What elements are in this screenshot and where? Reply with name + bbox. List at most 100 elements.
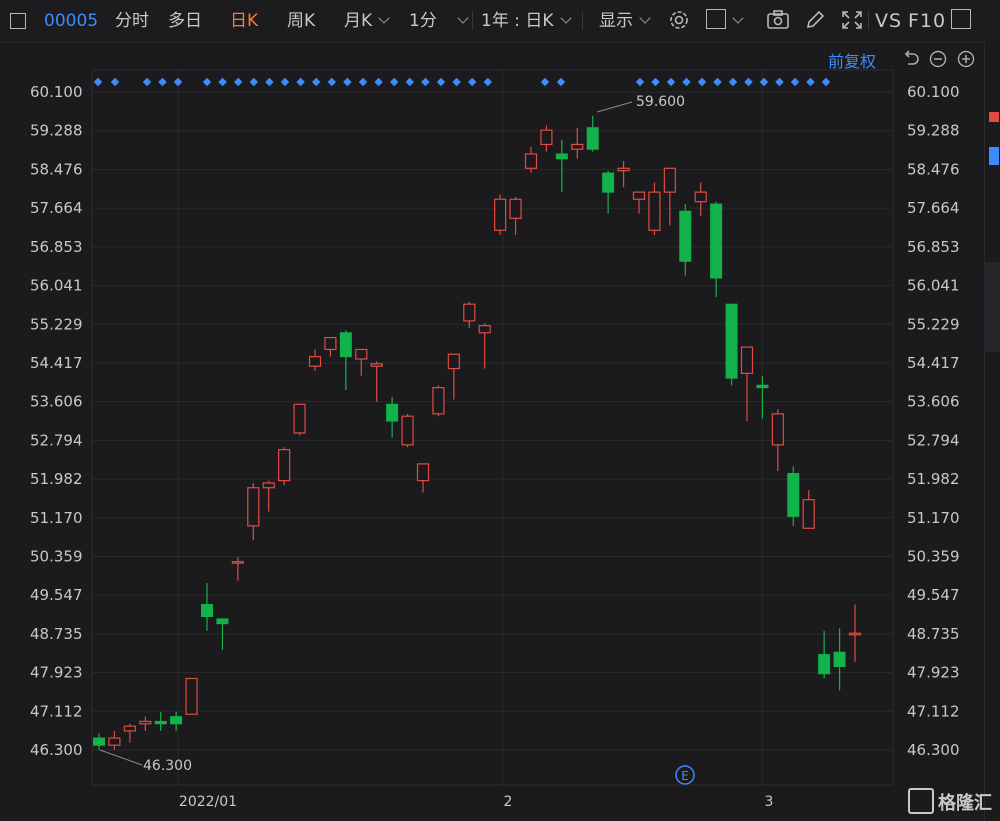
zoom-out-icon[interactable] [929,50,947,68]
stock-code[interactable]: 00005 [44,0,98,42]
candle [787,466,800,526]
tab-multiday[interactable]: 多日 [168,0,202,42]
candle-body [93,737,105,746]
event-marker [249,77,259,87]
y-tick-label: 59.288 [907,122,960,140]
candle [663,167,676,226]
candle-body [710,203,723,279]
candles [93,115,862,750]
candle [93,733,105,750]
y-tick-label: 47.923 [30,664,83,682]
y-tick-label: 51.982 [30,470,83,488]
candle-body [848,632,862,636]
side-panel-edge [984,42,1000,821]
undo-icon[interactable] [902,50,920,68]
candle [247,482,260,541]
candle-body [494,198,507,231]
candle [571,127,584,159]
y-tick-label: 58.476 [907,160,960,178]
candle [586,115,599,152]
event-marker [158,77,167,87]
tab-daily[interactable]: 日K [230,0,258,42]
candle [771,409,784,472]
candle [386,397,399,438]
event-marker [806,77,815,87]
candle [108,730,121,750]
candle [540,125,553,152]
candle [170,711,183,731]
candlestick-chart[interactable]: 60.100 59.288 58.476 57.664 56.853 56.041 55.2… [0,0,1000,821]
price-adjust-toggle[interactable]: 前复权 [828,48,876,72]
candle-body [139,720,152,725]
y-tick-label: 53.606 [30,393,83,411]
event-marker [173,77,183,87]
expand-icon[interactable] [840,0,864,42]
y-tick-label: 52.794 [907,431,960,449]
event-marker [296,77,305,87]
y-axis-left: 60.100 59.288 58.476 57.664 56.853 56.041 55.2… [30,83,83,759]
event-marker [744,77,753,87]
candle [216,618,229,650]
high-annotation: 59.600 [636,94,685,110]
tab-intraday[interactable]: 分时 [115,0,149,42]
candle-body [586,127,599,150]
square-icon[interactable] [706,0,744,42]
candle [694,182,707,216]
y-tick-label: 48.735 [907,625,960,643]
divider [582,12,583,30]
camera-icon[interactable] [766,0,790,42]
event-marker [374,77,383,87]
candle [324,336,337,357]
candle [139,716,152,731]
display-select[interactable]: 显示 [599,0,651,42]
candle [278,447,291,486]
event-icon[interactable]: E [675,765,695,785]
tab-monthly-dropdown[interactable]: 月K [344,0,390,42]
event-marker [556,77,566,87]
candle-body [679,210,692,262]
event-marker [728,77,738,87]
event-marker [666,77,676,87]
candle [308,349,322,371]
sidebar-toggle-icon[interactable] [10,0,26,42]
chart-frame [91,69,894,786]
y-tick-label: 53.606 [907,393,960,411]
range-select[interactable]: 1年 : 日K [481,0,572,42]
y-tick-label: 48.735 [30,625,83,643]
candle [201,583,213,631]
chevron-down-icon [559,12,572,24]
candle-body [355,348,368,360]
x-axis: 2022/01 2 3 [179,794,774,810]
candle [710,201,723,298]
divider [472,12,473,30]
event-marker [759,77,769,87]
candle-body [324,336,337,351]
candle-body [308,356,322,367]
panel-toggle-icon[interactable] [951,0,971,42]
pen-icon[interactable] [804,0,826,42]
vs-button[interactable]: VS [875,0,902,42]
y-tick-label: 50.359 [30,547,83,565]
x-tick-label: 2022/01 [179,794,237,810]
candle [617,161,630,188]
candle [494,194,507,236]
y-tick-label: 54.417 [30,354,83,372]
candle [848,604,862,662]
candle-body [524,153,538,169]
chevron-down-icon [378,12,390,24]
candle [740,346,754,421]
zoom-in-icon[interactable] [957,50,975,68]
candle-body [478,325,491,334]
event-marker [265,77,274,87]
settings-icon[interactable] [668,0,690,42]
candle [123,723,136,743]
candle-body [648,191,661,231]
side-panel-item[interactable] [985,262,1000,352]
y-tick-label: 51.982 [907,470,960,488]
svg-text:E: E [681,769,689,783]
tab-weekly[interactable]: 周K [287,0,315,42]
candle [416,463,430,493]
y-tick-label: 57.664 [907,199,960,217]
tab-minute-dropdown[interactable]: 1分 [409,0,469,42]
f10-button[interactable]: F10 [908,0,946,42]
